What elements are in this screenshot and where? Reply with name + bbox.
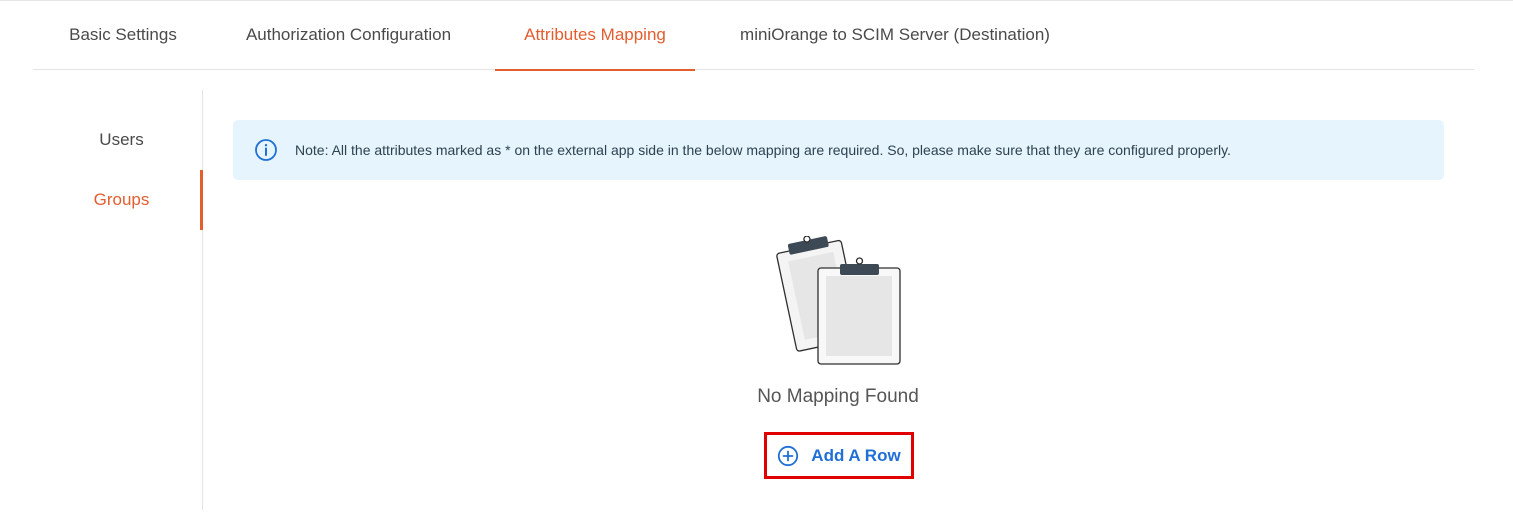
settings-tabs: Basic Settings Authorization Configurati… (33, 0, 1474, 71)
sidebar-item-groups[interactable]: Groups (40, 170, 203, 230)
tab-miniorange-to-scim-server[interactable]: miniOrange to SCIM Server (Destination) (727, 0, 1063, 70)
note-text: Note: All the attributes marked as * on … (295, 142, 1231, 158)
tab-attributes-mapping[interactable]: Attributes Mapping (495, 0, 695, 71)
plus-circle-icon (778, 445, 799, 466)
clipboards-illustration (776, 236, 901, 365)
add-row-label: Add A Row (811, 445, 901, 465)
tab-basic-settings[interactable]: Basic Settings (66, 0, 180, 70)
tab-authorization-configuration[interactable]: Authorization Configuration (234, 0, 463, 70)
required-attributes-note: Note: All the attributes marked as * on … (233, 120, 1444, 180)
add-row-button[interactable]: Add A Row (764, 432, 914, 479)
empty-state-message: No Mapping Found (757, 386, 919, 407)
info-icon (255, 139, 277, 161)
sidebar-item-users[interactable]: Users (40, 110, 203, 170)
